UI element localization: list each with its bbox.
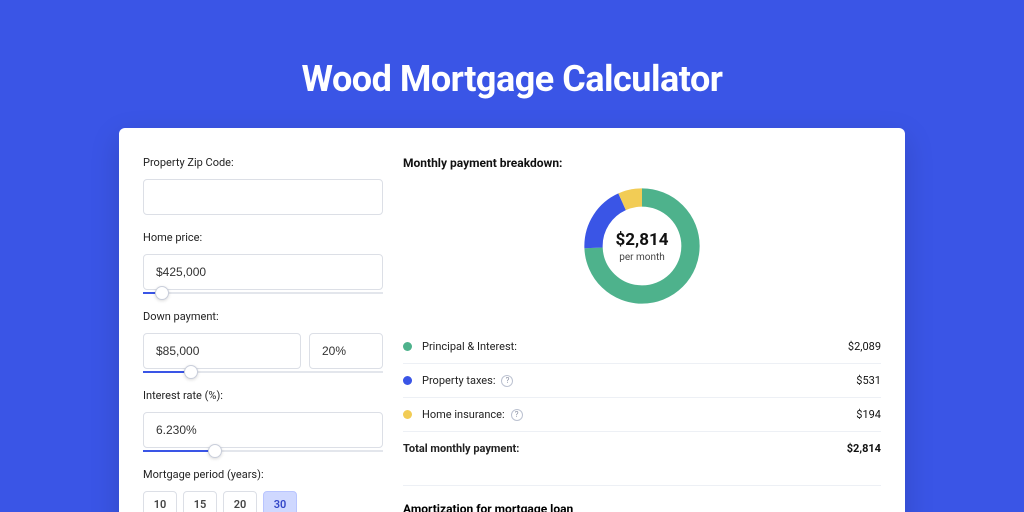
page-title: Wood Mortgage Calculator bbox=[0, 0, 1024, 128]
interest-label: Interest rate (%): bbox=[143, 389, 383, 402]
down-payment-field-group: Down payment: bbox=[143, 310, 383, 373]
legend-label: Principal & Interest: bbox=[422, 340, 848, 353]
interest-slider[interactable] bbox=[143, 450, 383, 452]
down-payment-label: Down payment: bbox=[143, 310, 383, 323]
total-row: Total monthly payment: $2,814 bbox=[403, 431, 881, 465]
calculator-card: Property Zip Code: Home price: Down paym… bbox=[119, 128, 905, 512]
info-icon[interactable]: ? bbox=[511, 409, 523, 421]
interest-slider-fill bbox=[143, 450, 215, 452]
period-label: Mortgage period (years): bbox=[143, 468, 383, 481]
legend-dot bbox=[403, 342, 412, 351]
total-value: $2,814 bbox=[847, 442, 881, 455]
donut-chart: $2,814 per month bbox=[578, 182, 706, 310]
total-label: Total monthly payment: bbox=[403, 442, 847, 455]
zip-field-group: Property Zip Code: bbox=[143, 156, 383, 215]
down-payment-percent-input[interactable] bbox=[309, 333, 383, 369]
down-payment-amount-input[interactable] bbox=[143, 333, 301, 369]
period-field-group: Mortgage period (years): 10 15 20 30 bbox=[143, 468, 383, 512]
legend-dot bbox=[403, 376, 412, 385]
down-payment-slider[interactable] bbox=[143, 371, 383, 373]
donut-chart-wrap: $2,814 per month bbox=[403, 182, 881, 310]
zip-input[interactable] bbox=[143, 179, 383, 215]
breakdown-title: Monthly payment breakdown: bbox=[403, 156, 881, 170]
legend-row: Property taxes:?$531 bbox=[403, 363, 881, 397]
legend-label: Property taxes:? bbox=[422, 374, 856, 387]
breakdown-panel: Monthly payment breakdown: $2,814 per mo… bbox=[403, 156, 881, 512]
legend-row: Home insurance:?$194 bbox=[403, 397, 881, 431]
home-price-slider-thumb[interactable] bbox=[155, 286, 169, 300]
interest-field-group: Interest rate (%): bbox=[143, 389, 383, 452]
down-payment-slider-thumb[interactable] bbox=[184, 365, 198, 379]
donut-center: $2,814 per month bbox=[578, 182, 706, 310]
donut-amount: $2,814 bbox=[616, 230, 669, 250]
amortization-section: Amortization for mortgage loan Amortizat… bbox=[403, 485, 881, 512]
zip-label: Property Zip Code: bbox=[143, 156, 383, 169]
home-price-label: Home price: bbox=[143, 231, 383, 244]
period-btn-15[interactable]: 15 bbox=[183, 491, 217, 512]
legend-row: Principal & Interest:$2,089 bbox=[403, 330, 881, 363]
interest-input[interactable] bbox=[143, 412, 383, 448]
period-btn-10[interactable]: 10 bbox=[143, 491, 177, 512]
legend-value: $531 bbox=[856, 374, 881, 387]
home-price-field-group: Home price: bbox=[143, 231, 383, 294]
legend-value: $2,089 bbox=[848, 340, 881, 353]
info-icon[interactable]: ? bbox=[501, 375, 513, 387]
period-options: 10 15 20 30 bbox=[143, 491, 383, 512]
legend-label: Home insurance:? bbox=[422, 408, 856, 421]
form-panel: Property Zip Code: Home price: Down paym… bbox=[143, 156, 383, 512]
period-btn-20[interactable]: 20 bbox=[223, 491, 257, 512]
interest-slider-thumb[interactable] bbox=[208, 444, 222, 458]
home-price-slider[interactable] bbox=[143, 292, 383, 294]
legend-value: $194 bbox=[856, 408, 881, 421]
donut-sub: per month bbox=[619, 252, 665, 263]
period-btn-30[interactable]: 30 bbox=[263, 491, 297, 512]
legend-dot bbox=[403, 410, 412, 419]
home-price-input[interactable] bbox=[143, 254, 383, 290]
amortization-title: Amortization for mortgage loan bbox=[403, 502, 881, 512]
